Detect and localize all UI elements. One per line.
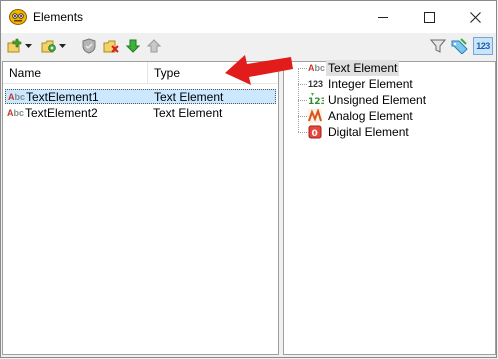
close-button[interactable] — [452, 1, 498, 33]
app-logo-icon — [9, 9, 27, 25]
numeric-view-toggle[interactable]: 123 — [473, 37, 493, 55]
tag-button[interactable] — [451, 37, 469, 55]
annotation-arrow-icon — [225, 55, 293, 85]
properties-button[interactable] — [81, 37, 97, 55]
shield-icon — [82, 38, 96, 54]
table-row[interactable]: Abc TextElement1 Text Element — [5, 89, 276, 104]
chevron-down-icon — [59, 44, 66, 48]
minimize-button[interactable] — [360, 1, 406, 33]
unsigned-element-icon: 123 — [308, 93, 327, 107]
filter-button[interactable] — [429, 37, 447, 55]
new-group-dropdown[interactable] — [58, 37, 67, 55]
element-type-tree: Abc Text Element 123 Integer Element 123… — [283, 60, 496, 355]
text-element-icon: Abc — [308, 63, 326, 73]
maximize-button[interactable] — [406, 1, 452, 33]
element-list: Name Type Abc TextElement1 Text Element … — [2, 61, 279, 355]
filter-icon — [430, 39, 446, 53]
new-group-button[interactable] — [41, 37, 57, 55]
digital-element-icon: 0 — [308, 125, 324, 139]
new-element-button[interactable] — [7, 37, 23, 55]
close-icon — [469, 11, 481, 23]
row-name: TextElement2 — [25, 106, 98, 120]
analog-element-icon — [308, 107, 324, 123]
chevron-down-icon — [25, 44, 32, 48]
tree-item-label: Digital Element — [328, 125, 409, 139]
tree-item-label: Analog Element — [328, 109, 413, 123]
column-header-name[interactable]: Name — [3, 62, 148, 84]
numeric-icon: 123 — [476, 41, 490, 51]
elements-window: Elements 123 Name Type Abc TextElement1 … — [0, 0, 497, 358]
delete-button[interactable] — [103, 37, 119, 55]
window-title: Elements — [33, 10, 84, 24]
svg-text:0: 0 — [312, 129, 318, 139]
arrow-up-icon — [147, 39, 161, 53]
new-element-icon — [7, 38, 22, 53]
svg-text:123: 123 — [308, 97, 324, 107]
row-name: TextElement1 — [26, 90, 99, 104]
text-element-icon: Abc — [7, 108, 25, 118]
row-type: Text Element — [153, 106, 223, 120]
tree-item-label: Integer Element — [328, 77, 413, 91]
title-bar: Elements — [1, 1, 496, 33]
integer-element-icon: 123 — [308, 79, 324, 89]
arrow-down-icon — [126, 39, 140, 53]
delete-icon — [103, 40, 119, 53]
table-row[interactable]: Abc TextElement2 Text Element — [5, 106, 276, 121]
row-type: Text Element — [154, 90, 224, 104]
new-element-dropdown[interactable] — [24, 37, 33, 55]
move-down-button[interactable] — [125, 37, 141, 55]
tree-item-label: Unsigned Element — [328, 93, 427, 107]
maximize-icon — [423, 11, 435, 23]
minimize-icon — [378, 16, 388, 18]
tag-icon — [451, 38, 468, 54]
text-element-icon: Abc — [8, 92, 26, 102]
tree-item-label: Text Element — [326, 60, 400, 76]
new-group-icon — [41, 40, 56, 53]
move-up-button[interactable] — [146, 37, 162, 55]
